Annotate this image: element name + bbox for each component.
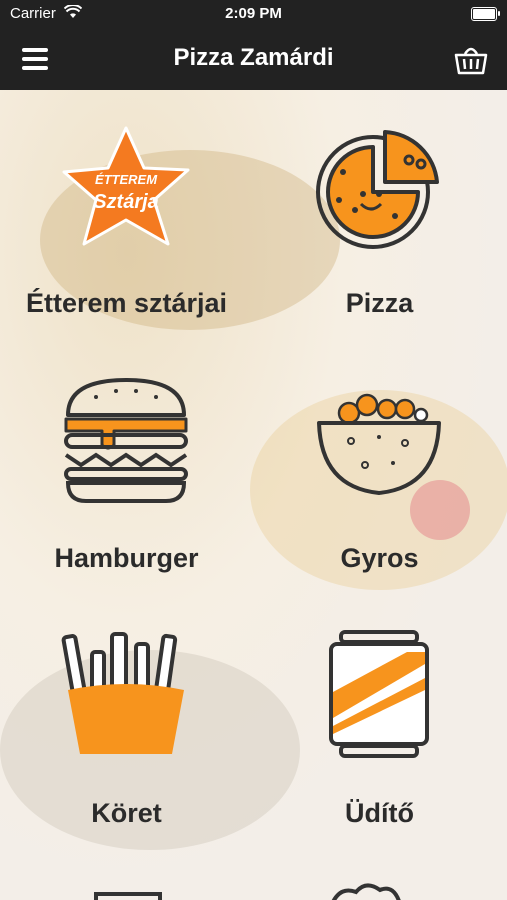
page-title: Pizza Zamárdi xyxy=(173,44,334,71)
star-badge-icon: ÉTTEREM Sztárja xyxy=(62,126,190,246)
navigation-bar: Pizza Zamárdi xyxy=(0,28,507,90)
category-label: Üdítő xyxy=(345,798,414,828)
gyros-bowl-icon xyxy=(317,393,441,495)
category-grid: ÉTTEREM Sztárja Étterem sztárjai Pizza H… xyxy=(0,90,507,900)
category-label: Hamburger xyxy=(54,543,199,573)
soda-can-icon xyxy=(329,630,429,758)
basket-icon[interactable] xyxy=(453,42,489,76)
star-badge-line1: ÉTTEREM xyxy=(95,172,158,187)
clock: 2:09 PM xyxy=(225,5,282,22)
category-etterem-sztarjai[interactable]: ÉTTEREM Sztárja Étterem sztárjai xyxy=(0,90,253,340)
category-uditok[interactable]: Üdítő xyxy=(253,600,506,850)
status-bar: Carrier 2:09 PM xyxy=(0,0,507,28)
pizza-icon xyxy=(316,130,439,249)
fries-icon xyxy=(61,632,184,754)
category-label: Étterem sztárjai xyxy=(25,288,228,318)
battery-icon xyxy=(471,7,500,21)
category-label: Pizza xyxy=(345,288,414,318)
category-hamburger[interactable]: Hamburger xyxy=(0,345,253,595)
next-category-icon-partial xyxy=(331,883,401,900)
star-badge-line2: Sztárja xyxy=(93,191,159,213)
category-koret[interactable]: Köret xyxy=(0,600,253,850)
category-pizza[interactable]: Pizza xyxy=(253,90,506,340)
category-label: Köret xyxy=(91,798,162,828)
hamburger-icon xyxy=(64,378,188,503)
category-label: Gyros xyxy=(340,543,419,573)
next-category-icon-partial xyxy=(94,892,162,900)
category-gyros[interactable]: Gyros xyxy=(253,345,506,595)
